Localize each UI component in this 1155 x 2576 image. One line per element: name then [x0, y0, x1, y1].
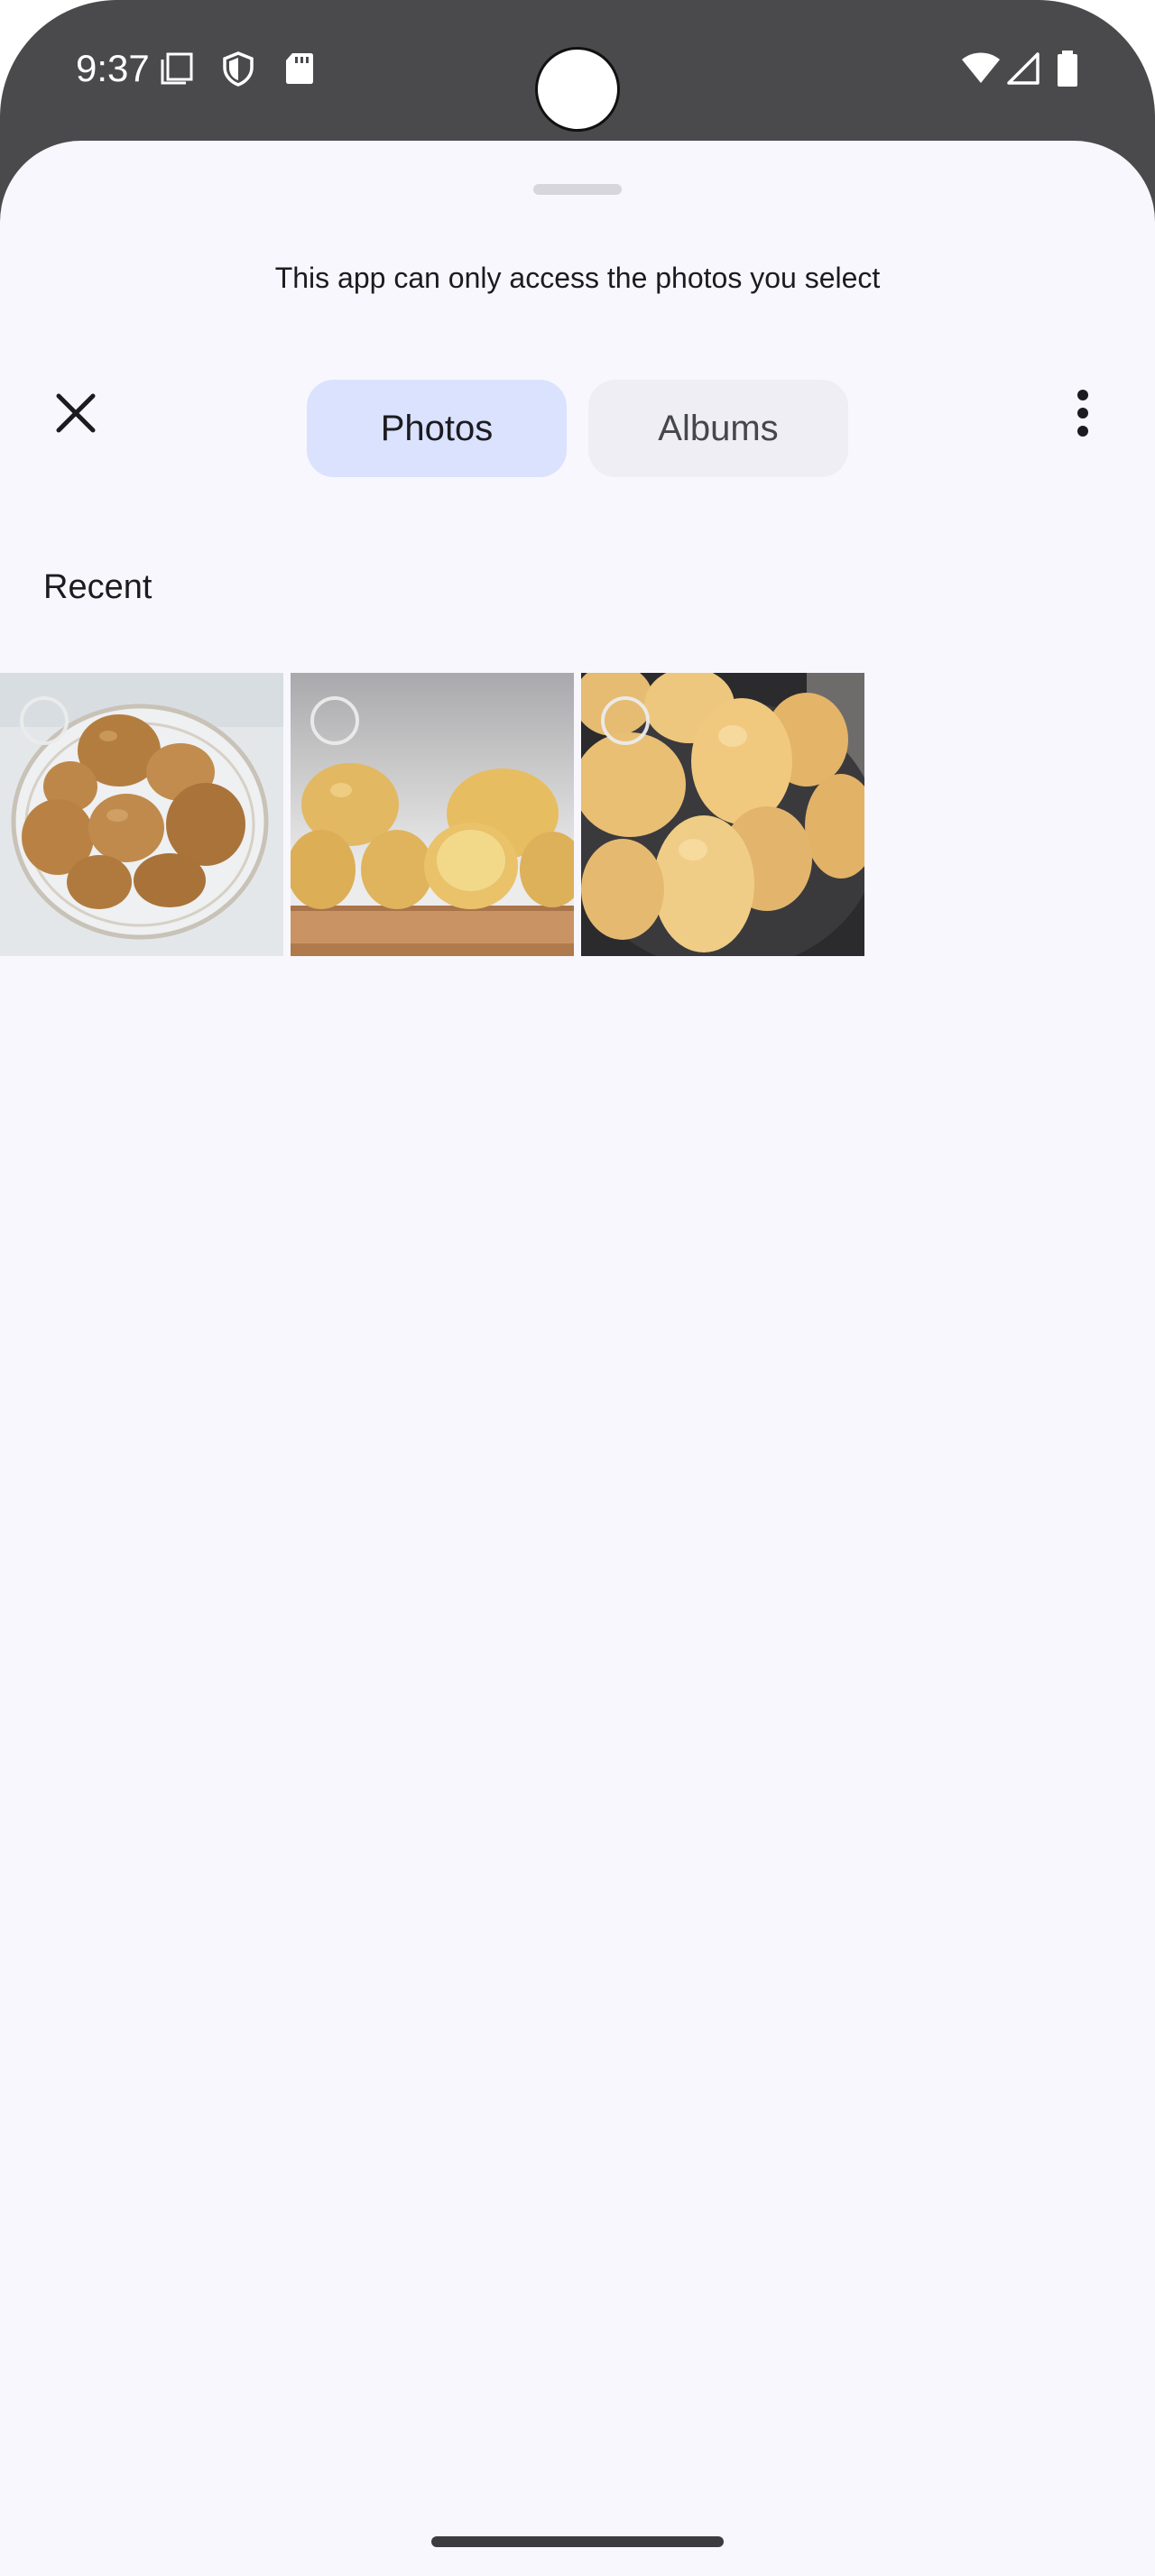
status-time: 9:37: [76, 47, 150, 89]
screenshot-icon: [159, 51, 195, 87]
tab-albums-label: Albums: [658, 408, 779, 448]
more-options-button[interactable]: [1047, 377, 1119, 449]
photo-item[interactable]: [0, 673, 283, 956]
phone-screen: 9:37 This app can only access the photos…: [0, 0, 1155, 2576]
front-camera: [535, 47, 620, 132]
gesture-navigation-bar[interactable]: [431, 2536, 724, 2547]
photo-picker-sheet: This app can only access the photos you …: [0, 141, 1155, 2576]
photo-item[interactable]: [291, 673, 574, 956]
close-icon: [56, 393, 96, 433]
more-vert-icon: [1077, 390, 1088, 437]
select-checkbox[interactable]: [310, 696, 359, 745]
status-bar: 9:37: [0, 0, 1155, 141]
tab-photos[interactable]: Photos: [307, 380, 567, 477]
cellular-signal-icon: [1005, 51, 1041, 87]
close-button[interactable]: [40, 377, 112, 449]
vpn-shield-icon: [220, 51, 256, 87]
select-checkbox[interactable]: [20, 696, 69, 745]
wifi-icon: [960, 51, 1002, 87]
tab-photos-label: Photos: [380, 408, 494, 448]
select-checkbox[interactable]: [601, 696, 650, 745]
tab-albums[interactable]: Albums: [588, 380, 848, 477]
photo-item[interactable]: [581, 673, 864, 956]
photo-grid: [0, 673, 1155, 956]
battery-icon: [1054, 51, 1081, 87]
section-title-recent: Recent: [43, 568, 152, 606]
drag-handle[interactable]: [533, 184, 622, 195]
sd-card-icon: [282, 51, 318, 87]
access-notice: This app can only access the photos you …: [274, 262, 881, 294]
